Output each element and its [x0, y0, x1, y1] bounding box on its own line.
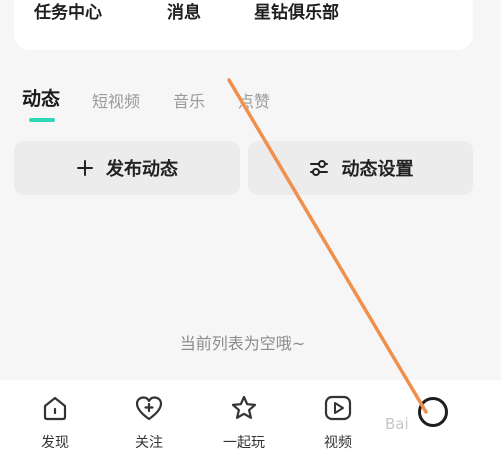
- sliders-icon: [308, 158, 330, 178]
- tab-music[interactable]: 音乐: [173, 88, 205, 112]
- content-tabs: 动态 短视频 音乐 点赞: [0, 86, 501, 126]
- star-icon: [229, 394, 259, 426]
- top-menu-card: 任务中心 消息 星钻俱乐部: [14, 0, 473, 50]
- nav-follow-label: 关注: [135, 435, 163, 451]
- tab-dynamic[interactable]: 动态: [22, 84, 60, 111]
- nav-discover[interactable]: 发现: [20, 394, 90, 452]
- nav-play-together-label: 一起玩: [223, 435, 265, 451]
- nav-video-label: 视频: [324, 435, 352, 451]
- nav-video[interactable]: 视频: [303, 394, 373, 452]
- publish-dynamic-button[interactable]: 发布动态: [14, 141, 240, 195]
- star-club-link[interactable]: 星钻俱乐部: [254, 0, 339, 23]
- dynamic-settings-label: 动态设置: [341, 159, 414, 180]
- dynamic-settings-button[interactable]: 动态设置: [248, 141, 473, 195]
- messages-link[interactable]: 消息: [167, 0, 201, 23]
- tab-short-video[interactable]: 短视频: [92, 88, 140, 112]
- nav-discover-label: 发现: [41, 435, 69, 451]
- nav-follow[interactable]: 关注: [114, 394, 184, 452]
- publish-dynamic-label: 发布动态: [106, 159, 178, 180]
- tab-likes[interactable]: 点赞: [238, 88, 270, 112]
- nav-play-together[interactable]: 一起玩: [209, 394, 279, 452]
- task-center-link[interactable]: 任务中心: [34, 0, 102, 23]
- home-icon: [41, 394, 69, 426]
- heart-plus-icon: [134, 394, 164, 426]
- active-tab-indicator: [29, 118, 55, 122]
- play-icon: [323, 394, 353, 426]
- plus-icon: [76, 159, 94, 177]
- profile-tab-button[interactable]: [418, 397, 448, 427]
- empty-state-text: 当前列表为空哦~: [179, 334, 306, 353]
